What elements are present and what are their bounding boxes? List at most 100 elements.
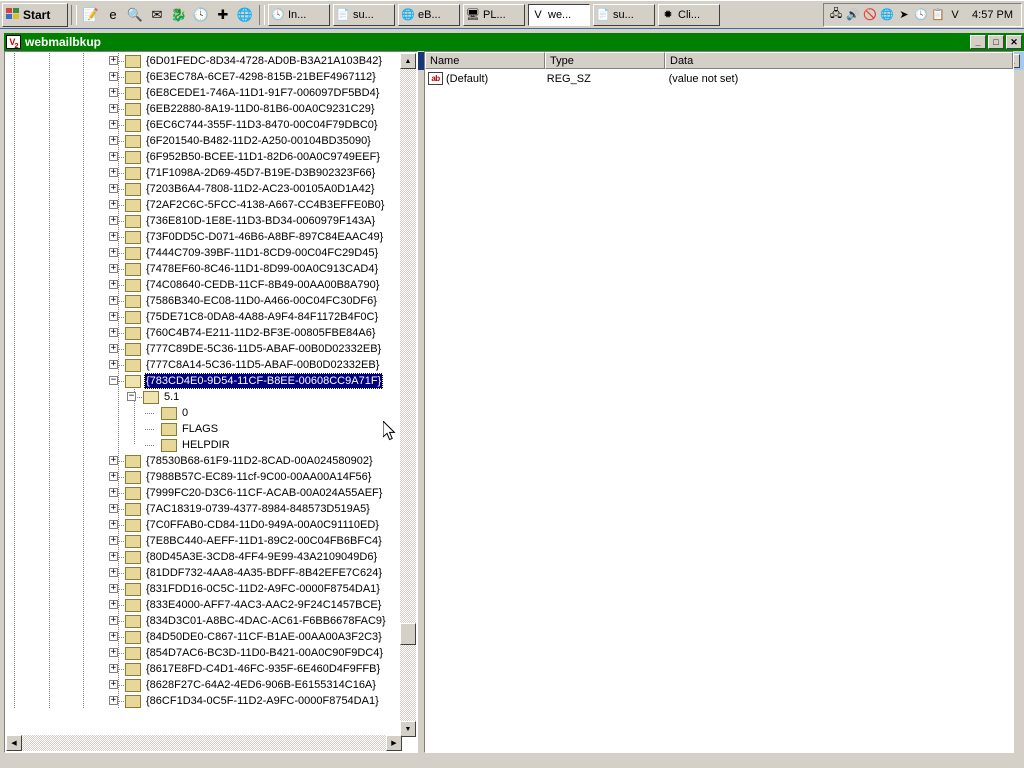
tree-node[interactable]: + {72AF2C6C-5FCC-4138-A667-CC4B3EFFE0B0} — [6, 197, 402, 213]
tree-node[interactable]: + {854D7AC6-BC3D-11D0-B421-00A0C90F9DC4} — [6, 645, 402, 661]
tree-expand-toggle[interactable]: + — [109, 72, 118, 81]
tree-expand-toggle[interactable]: + — [109, 232, 118, 241]
tree-node[interactable]: + {80D45A3E-3CD8-4FF4-9E99-43A2109049D6} — [6, 549, 402, 565]
tree-expand-toggle[interactable]: + — [109, 216, 118, 225]
tree-node[interactable]: + {6F201540-B482-11D2-A250-00104BD35090} — [6, 133, 402, 149]
vnc-minimize-button[interactable]: _ — [970, 35, 986, 49]
registry-tree-pane[interactable]: + {6D01FEDC-8D34-4728-AD0B-B3A21A103B42} +… — [4, 51, 418, 753]
firefox-icon[interactable]: 🌐 — [234, 4, 256, 26]
task-webmailbkup[interactable]: Vwe... — [528, 3, 590, 26]
column-name[interactable]: Name — [425, 52, 545, 69]
volume-icon[interactable]: 🔊 — [845, 7, 861, 23]
tree-node[interactable]: + {84D50DE0-C867-11CF-B1AE-00AA00A3F2C3} — [6, 629, 402, 645]
tree-expand-toggle[interactable]: + — [109, 680, 118, 689]
tree-expand-toggle[interactable]: + — [109, 264, 118, 273]
tree-node[interactable]: + {6F952B50-BCEE-11D1-82D6-00A0C9749EEF} — [6, 149, 402, 165]
tree-node[interactable]: + {71F1098A-2D69-45D7-B19E-D3B902323F66} — [6, 165, 402, 181]
globe-icon[interactable]: 🌐 — [879, 7, 895, 23]
tree-expand-toggle[interactable]: + — [109, 584, 118, 593]
tree-expand-toggle[interactable]: + — [109, 104, 118, 113]
first-aid-icon[interactable]: ✚ — [212, 4, 234, 26]
clock-icon[interactable]: 🕓 — [190, 4, 212, 26]
tree-node[interactable]: + {74C08640-CEDB-11CF-8B49-00AA00B8A790} — [6, 277, 402, 293]
tree-vertical-scrollbar[interactable]: ▲ ▼ — [400, 53, 416, 737]
tree-expand-toggle[interactable]: + — [109, 664, 118, 673]
tree-node[interactable]: + {7203B6A4-7808-11D2-AC23-00105A0D1A42} — [6, 181, 402, 197]
tree-node[interactable]: + {834D3C01-A8BC-4DAC-AC61-F6BB6678FAC9} — [6, 613, 402, 629]
tree-expand-toggle[interactable]: + — [109, 280, 118, 289]
task-su-1[interactable]: 📄 su... — [333, 3, 395, 26]
tree-hscroll-track[interactable] — [22, 735, 386, 751]
tree-node[interactable]: FLAGS — [6, 421, 402, 437]
vnc-title-bar[interactable]: V2 webmailbkup _ □ ✕ — [4, 33, 1024, 51]
outlook-express-icon[interactable]: ✉ — [146, 4, 168, 26]
tree-horizontal-scrollbar[interactable]: ◀ ▶ — [6, 735, 402, 751]
tree-vscroll-thumb[interactable] — [400, 623, 416, 645]
clock-tray-icon[interactable]: 🕓 — [913, 7, 929, 23]
tree-expand-toggle[interactable]: + — [109, 696, 118, 705]
tree-scroll-up-button[interactable]: ▲ — [400, 53, 416, 69]
tree-node[interactable]: + {8628F27C-64A2-4ED6-906B-E6155314C16A} — [6, 677, 402, 693]
internet-explorer-icon[interactable]: e — [102, 4, 124, 26]
tree-node[interactable]: + {75DE71C8-0DA8-4A88-A9F4-84F1172B4F0C} — [6, 309, 402, 325]
tree-expand-toggle[interactable]: + — [109, 136, 118, 145]
tree-expand-toggle[interactable]: + — [109, 632, 118, 641]
tree-node[interactable]: + {8617E8FD-C4D1-46FC-935F-6E460D4F9FFB} — [6, 661, 402, 677]
tree-node[interactable]: + {833E4000-AFF7-4AC3-AAC2-9F24C1457BCE} — [6, 597, 402, 613]
task-internet[interactable]: 🕓 In... — [268, 3, 330, 26]
tree-expand-toggle[interactable]: + — [109, 456, 118, 465]
tree-node[interactable]: + {6D01FEDC-8D34-4728-AD0B-B3A21A103B42} — [6, 53, 402, 69]
tree-expand-toggle[interactable]: + — [109, 312, 118, 321]
tree-node[interactable]: − {783CD4E0-9D54-11CF-B8EE-00608CC9A71F} — [6, 373, 402, 389]
tree-node[interactable]: 0 — [6, 405, 402, 421]
vnc-maximize-button[interactable]: □ — [988, 35, 1004, 49]
tree-node[interactable]: + {7478EF60-8C46-11D1-8D99-00A0C913CAD4} — [6, 261, 402, 277]
tree-collapse-toggle[interactable]: − — [127, 392, 136, 401]
tree-node[interactable]: + {7E8BC440-AEFF-11D1-89C2-00C04FB6BFC4} — [6, 533, 402, 549]
tree-expand-toggle[interactable]: + — [109, 536, 118, 545]
tree-expand-toggle[interactable]: + — [109, 184, 118, 193]
tree-expand-toggle[interactable]: + — [109, 120, 118, 129]
tree-node[interactable]: + {831FDD16-0C5C-11D2-A9FC-0000F8754DA1} — [6, 581, 402, 597]
vnc-close-button[interactable]: ✕ — [1006, 35, 1022, 49]
tree-node[interactable]: − 5.1 — [6, 389, 402, 405]
tree-node[interactable]: + {6E3EC78A-6CE7-4298-815B-21BEF4967112} — [6, 69, 402, 85]
tree-expand-toggle[interactable]: + — [109, 600, 118, 609]
task-su-2[interactable]: 📄 su... — [593, 3, 655, 26]
mozilla-dragon-icon[interactable]: 🐉 — [168, 4, 190, 26]
registry-values-pane[interactable]: Name Type Data ab (Default) REG_SZ (value not… — [424, 51, 1014, 753]
tree-node[interactable]: + {777C89DE-5C36-11D5-ABAF-00B0D02332EB} — [6, 341, 402, 357]
tree-node[interactable]: + {736E810D-1E8E-11D3-BD34-0060979F143A} — [6, 213, 402, 229]
tree-node[interactable]: + {7AC18319-0739-4377-8984-848573D519A5} — [6, 501, 402, 517]
tree-node[interactable]: + {7C0FFAB0-CD84-11D0-949A-00A0C91110ED} — [6, 517, 402, 533]
column-type[interactable]: Type — [545, 52, 665, 69]
tree-node[interactable]: + {86CF1D34-0C5F-11D2-A9FC-0000F8754DA1} — [6, 693, 402, 709]
tree-expand-toggle[interactable]: + — [109, 616, 118, 625]
disabled-icon[interactable]: 🚫 — [862, 7, 878, 23]
yellow-arrow-icon[interactable]: ➤ — [896, 7, 912, 23]
tree-node[interactable]: + {6E8CEDE1-746A-11D1-91F7-006097DF5BD4} — [6, 85, 402, 101]
tray-clock[interactable]: 4:57 PM — [964, 9, 1017, 21]
tree-node[interactable]: + {777C8A14-5C36-11D5-ABAF-00B0D02332EB} — [6, 357, 402, 373]
clipboard-icon[interactable]: 📋 — [930, 7, 946, 23]
tree-node[interactable]: + {7586B340-EC08-11D0-A466-00C04FC30DF6} — [6, 293, 402, 309]
tree-node[interactable]: + {6EC6C744-355F-11D3-8470-00C04F79DBC0} — [6, 117, 402, 133]
tree-scroll-left-button[interactable]: ◀ — [6, 735, 22, 751]
notepad-icon[interactable]: 📝 — [80, 4, 102, 26]
search-icon[interactable]: 🔍 — [124, 4, 146, 26]
tree-expand-toggle[interactable]: + — [109, 344, 118, 353]
tree-expand-toggle[interactable]: + — [109, 488, 118, 497]
task-ebay[interactable]: 🌐 eB... — [398, 3, 460, 26]
tree-scroll-down-button[interactable]: ▼ — [400, 721, 416, 737]
tree-expand-toggle[interactable]: + — [109, 568, 118, 577]
tree-expand-toggle[interactable]: + — [109, 56, 118, 65]
tree-node[interactable]: + {760C4B74-E211-11D2-BF3E-00805FBE84A6} — [6, 325, 402, 341]
tree-expand-toggle[interactable]: + — [109, 200, 118, 209]
tree-scroll-right-button[interactable]: ▶ — [386, 735, 402, 751]
network-icon[interactable]: 🖧 — [828, 7, 844, 23]
task-client[interactable]: ✹ Cli... — [658, 3, 720, 26]
tree-node[interactable]: + {73F0DD5C-D071-46B6-A8BF-897C84EAAC49} — [6, 229, 402, 245]
value-row[interactable]: ab (Default) REG_SZ (value not set) — [425, 70, 1013, 87]
tree-node[interactable]: + {7988B57C-EC89-11cf-9C00-00AA00A14F56} — [6, 469, 402, 485]
tree-expand-toggle[interactable]: + — [109, 360, 118, 369]
